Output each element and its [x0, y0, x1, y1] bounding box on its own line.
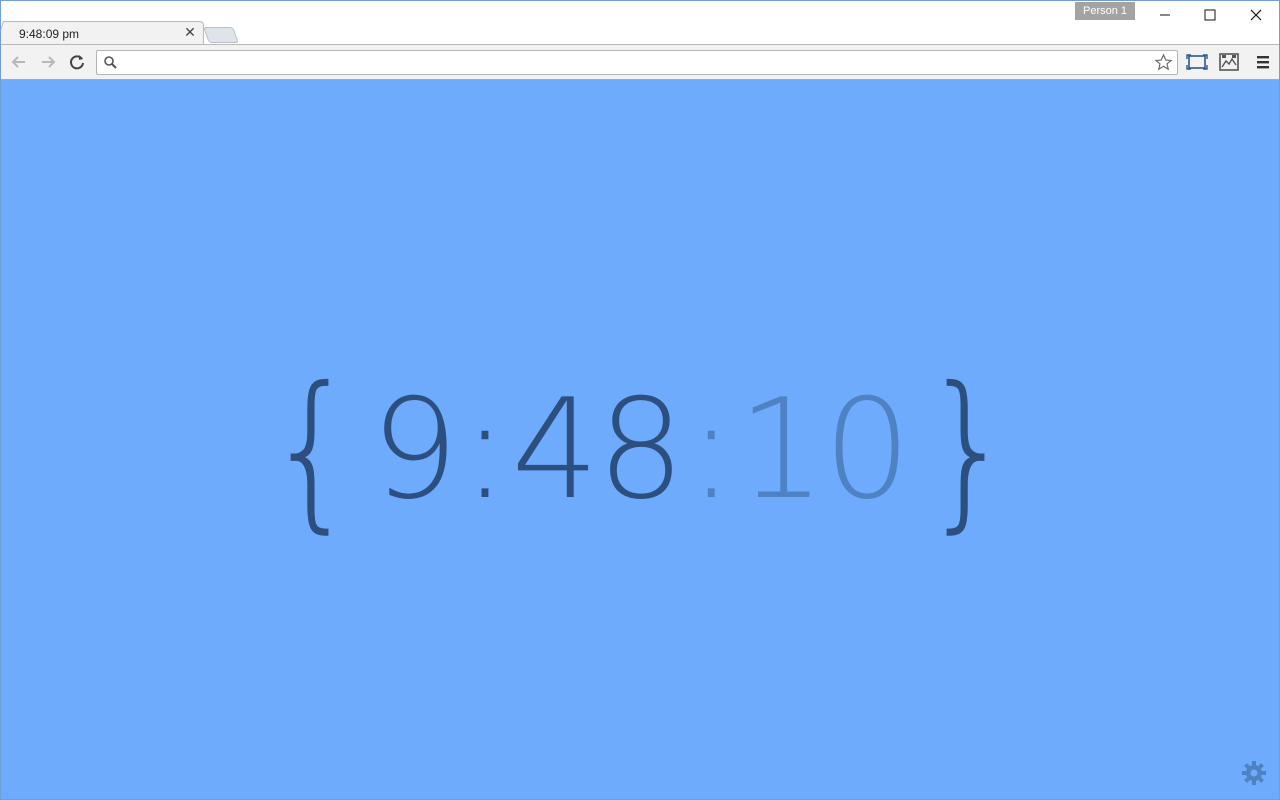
new-tab-clock-page: { 9 : 48 : 10 }	[1, 80, 1279, 799]
maximize-icon[interactable]	[1195, 4, 1225, 26]
clock-separator: :	[461, 369, 508, 530]
new-tab-button[interactable]	[203, 27, 239, 43]
address-input[interactable]	[123, 53, 1147, 74]
clock-open-brace: {	[265, 351, 358, 549]
clock-display: { 9 : 48 : 10 }	[1, 360, 1279, 540]
search-icon	[104, 56, 117, 69]
hamburger-menu-icon[interactable]	[1252, 52, 1274, 72]
cast-icon[interactable]	[1186, 52, 1208, 72]
tab-title: 9:48:09 pm	[19, 27, 80, 41]
clock-close-brace: }	[922, 351, 1015, 549]
minimize-icon[interactable]	[1150, 4, 1180, 26]
tab-active[interactable]: 9:48:09 pm ✕	[4, 21, 204, 46]
tab-close-button[interactable]: ✕	[183, 25, 197, 39]
gear-icon[interactable]	[1241, 760, 1267, 786]
title-bar: 9:48:09 pm ✕ Person 1	[0, 0, 1280, 46]
close-window-icon[interactable]	[1241, 4, 1271, 26]
clock-separator-faded: :	[688, 369, 734, 530]
clock-second: 10	[737, 369, 912, 530]
toolbar	[0, 44, 1280, 80]
reload-icon[interactable]	[66, 51, 88, 73]
back-icon[interactable]	[8, 51, 30, 73]
forward-icon[interactable]	[37, 51, 59, 73]
clock-hour: 9	[370, 369, 459, 530]
bookmark-star-icon[interactable]	[1154, 53, 1173, 72]
profile-badge[interactable]: Person 1	[1075, 2, 1135, 20]
extension-icon[interactable]	[1218, 52, 1240, 72]
clock-minute: 48	[511, 369, 685, 530]
address-bar[interactable]	[96, 50, 1178, 75]
